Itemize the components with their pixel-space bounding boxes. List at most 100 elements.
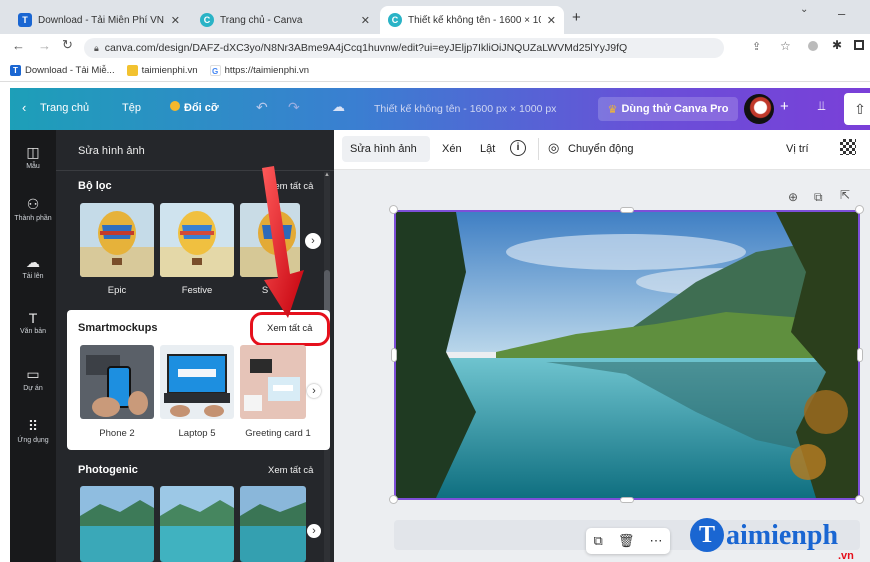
resize-handle-top-left[interactable] <box>389 205 398 214</box>
resize-handle-bottom-left[interactable] <box>389 495 398 504</box>
tab-title: Trang chủ - Canva <box>220 14 303 26</box>
lock-page-icon[interactable]: ⊕ <box>788 190 798 204</box>
insights-chart-icon[interactable]: ⫫ <box>818 98 825 114</box>
duplicate-page-icon[interactable]: ⧉ <box>814 190 823 205</box>
chevron-right-icon[interactable]: › <box>307 384 321 398</box>
chevron-left-icon[interactable]: ‹ <box>22 100 26 115</box>
bookmark-star-icon[interactable]: ☆ <box>780 39 791 53</box>
side-panel-icon[interactable] <box>854 40 864 50</box>
file-menu[interactable]: Tệp <box>122 102 141 114</box>
rail-label: Dự án <box>23 385 43 392</box>
browser-tab-download[interactable]: T Download - Tải Miễn Phí VN - Pl ✕ <box>10 6 188 34</box>
new-tab-plus-icon[interactable]: + <box>572 9 581 26</box>
add-page-icon[interactable]: ⇱ <box>840 188 850 202</box>
rail-item-uploads[interactable]: ☁︎ Tải lên <box>10 254 56 280</box>
info-icon[interactable]: i <box>510 140 526 156</box>
balloon-image <box>160 203 234 277</box>
chevron-right-icon[interactable]: › <box>307 524 321 538</box>
bookmark-label: taimienphi.vn <box>141 65 198 76</box>
mockup-thumbnail-greeting-card1[interactable] <box>240 345 306 419</box>
photogenic-thumbnail[interactable] <box>240 486 306 562</box>
avatar[interactable] <box>744 94 774 124</box>
rail-label: Ứng dụng <box>17 437 49 444</box>
bookmark-taimienphi[interactable]: taimienphi.vn <box>126 65 198 76</box>
template-icon: ◫ <box>26 144 40 160</box>
see-all-smartmockups-link[interactable]: Xem tất cả <box>267 323 312 334</box>
browser-tab-design-active[interactable]: C Thiết kế không tên - 1600 × 100 ✕ <box>380 6 564 34</box>
extension-icon[interactable] <box>808 41 818 51</box>
tab-search-chevron-icon[interactable]: ⌄ <box>800 4 808 15</box>
extensions-puzzle-icon[interactable]: ✱ <box>832 38 842 52</box>
resize-handle-bottom-right[interactable] <box>855 495 864 504</box>
bookmark-label: Download - Tải Miễ... <box>25 65 115 76</box>
watermark-tld: .vn <box>838 550 854 562</box>
bookmark-https[interactable]: Ghttps://taimienphi.vn <box>209 65 309 76</box>
upload-icon: ☁︎ <box>26 254 40 270</box>
home-link[interactable]: Trang chủ <box>40 102 89 114</box>
transparency-icon[interactable] <box>840 139 856 155</box>
resize-handle-top-right[interactable] <box>855 205 864 214</box>
crop-button[interactable]: Xén <box>442 143 462 155</box>
landscape-image <box>396 212 858 498</box>
canvas-lake-photo[interactable] <box>394 210 860 500</box>
undo-icon[interactable]: ↶ <box>256 99 268 116</box>
watermark-logo-icon: T <box>690 518 724 552</box>
red-pointer-arrow-icon <box>262 166 304 318</box>
elements-icon: ⚇ <box>26 196 40 212</box>
filter-thumbnail-festive[interactable] <box>160 203 234 277</box>
resize-handle-left[interactable] <box>391 348 397 362</box>
close-tab-icon[interactable]: ✕ <box>165 14 180 27</box>
resize-handle-top[interactable] <box>620 207 634 213</box>
close-tab-icon[interactable]: ✕ <box>355 14 370 27</box>
close-tab-icon[interactable]: ✕ <box>541 14 556 27</box>
see-all-photogenic-link[interactable]: Xem tất cả <box>268 465 313 476</box>
url-field[interactable]: 🔒︎ canva.com/design/DAFZ-dXC3yo/N8Nr3ABm… <box>84 38 724 58</box>
filter-thumbnail-epic[interactable] <box>80 203 154 277</box>
mockup-thumbnail-phone2[interactable] <box>80 345 154 419</box>
forward-arrow-icon[interactable]: → <box>38 38 51 53</box>
photogenic-thumbnail[interactable] <box>160 486 234 562</box>
element-action-bar: ⧉ 🗑︎ ⋯ <box>586 528 670 554</box>
try-canva-pro-button[interactable]: ♛ Dùng thử Canva Pro <box>598 97 738 121</box>
redo-icon[interactable]: ↷ <box>288 99 300 116</box>
more-options-icon[interactable]: ⋯ <box>649 533 662 549</box>
flip-button[interactable]: Lật <box>480 143 495 155</box>
duplicate-icon[interactable]: ⧉ <box>594 533 603 549</box>
rail-item-templates[interactable]: ◫ Mẫu <box>10 144 56 170</box>
resize-handle-bottom[interactable] <box>620 497 634 503</box>
section-title-smartmockups: Smartmockups <box>78 322 158 334</box>
position-button[interactable]: Vị trí <box>786 143 809 155</box>
rail-item-projects[interactable]: ▭ Dự án <box>10 366 56 392</box>
rail-label: Văn bản <box>19 328 47 335</box>
left-rail: ◫ Mẫu ⚇ Thành phần ☁︎ Tải lên T Văn bản ▭ Dự … <box>10 130 56 562</box>
share-upload-icon[interactable]: ⇧ <box>844 93 870 125</box>
minimize-window-icon[interactable]: – <box>838 6 845 21</box>
animate-icon: ◎ <box>548 140 560 155</box>
scroll-up-icon[interactable]: ▲ <box>324 172 330 178</box>
resize-button[interactable]: Đổi cỡ <box>184 102 219 114</box>
google-icon: G <box>209 65 221 76</box>
share-page-icon[interactable]: ⇪ <box>752 40 761 53</box>
mockup-label: Laptop 5 <box>178 428 216 439</box>
panel-title: Sửa hình ảnh <box>78 145 145 157</box>
animate-button[interactable]: Chuyển động <box>568 143 633 155</box>
resize-handle-right[interactable] <box>857 348 863 362</box>
reload-icon[interactable]: ↻ <box>62 37 73 53</box>
trash-icon[interactable]: 🗑︎ <box>618 533 635 549</box>
add-member-plus-icon[interactable]: + <box>780 98 789 115</box>
mockup-thumbnail-laptop5[interactable] <box>160 345 234 419</box>
crown-icon <box>170 101 180 111</box>
rail-item-elements[interactable]: ⚇ Thành phần <box>10 196 56 222</box>
apps-icon: ⠿ <box>27 418 39 434</box>
laptop-mockup-image <box>160 345 234 419</box>
rail-item-apps[interactable]: ⠿ Ứng dụng <box>10 418 56 444</box>
design-title[interactable]: Thiết kế không tên - 1600 px × 1000 px <box>374 103 556 115</box>
photogenic-thumbnail[interactable] <box>80 486 154 562</box>
filter-label: Epic <box>107 285 127 296</box>
text-icon: T <box>28 310 38 326</box>
back-arrow-icon[interactable]: ← <box>12 38 25 53</box>
browser-tab-canva-home[interactable]: C Trang chủ - Canva ✕ <box>192 6 378 34</box>
edit-image-button[interactable]: Sửa hình ảnh <box>350 143 417 155</box>
bookmark-download[interactable]: T Download - Tải Miễ... <box>10 65 115 76</box>
rail-item-text[interactable]: T Văn bản <box>10 310 56 335</box>
